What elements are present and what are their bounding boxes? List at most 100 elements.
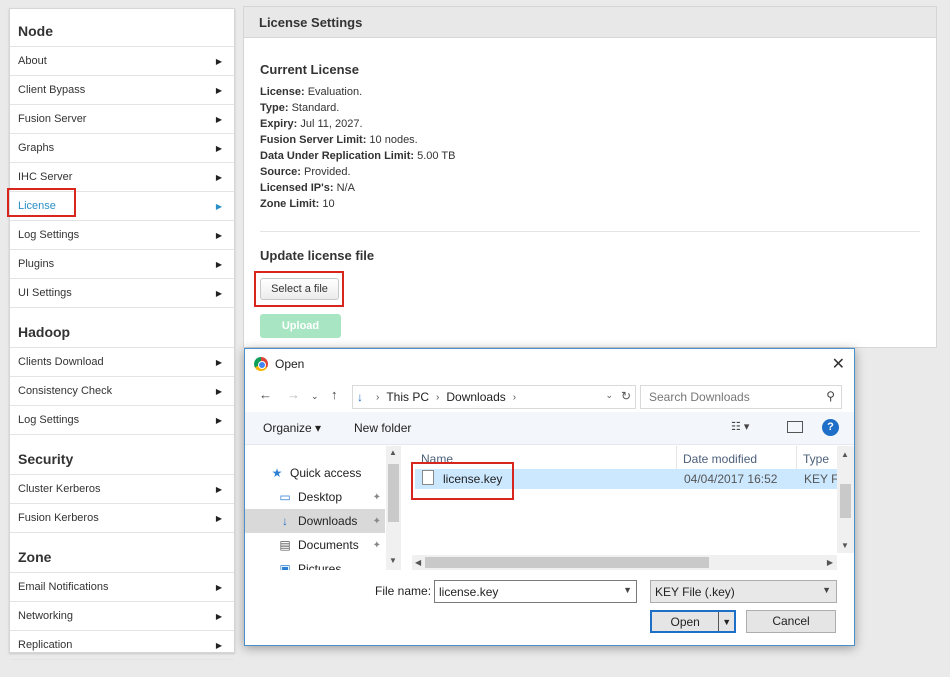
column-header-type[interactable]: Type	[797, 446, 842, 470]
organize-button[interactable]: Organize ▾	[263, 421, 321, 435]
license-field: Source: Provided.	[260, 166, 351, 178]
scroll-right-icon[interactable]: ▶	[827, 558, 833, 567]
chevron-right-icon: ▶	[215, 484, 222, 494]
forward-arrow-icon[interactable]: →	[287, 387, 300, 402]
license-field: Data Under Replication Limit: 5.00 TB	[260, 150, 456, 162]
sidebar-item-networking[interactable]: Networking ▶	[10, 602, 234, 631]
chevron-right-icon: ▶	[215, 357, 222, 367]
sidebar-item-label: Log Settings	[18, 414, 80, 426]
license-settings-panel: License Settings Current License License…	[243, 6, 937, 348]
search-input[interactable]: Search Downloads ⚲	[640, 385, 842, 409]
sidebar-item-log-settings[interactable]: Log Settings ▶	[10, 221, 234, 250]
sidebar-item-hadoop-log-settings[interactable]: Log Settings ▶	[10, 406, 234, 435]
scroll-left-icon[interactable]: ◀	[415, 558, 421, 567]
sidebar-item-clients-download[interactable]: Clients Download ▶	[10, 348, 234, 377]
chevron-right-icon: ▶	[215, 114, 222, 124]
file-date: 04/04/2017 16:52	[684, 472, 778, 486]
file-type-select[interactable]: KEY File (.key) ▼	[650, 580, 837, 603]
chevron-right-icon: ▶	[215, 415, 222, 425]
recent-locations-icon[interactable]: ⌄	[311, 391, 319, 402]
help-icon[interactable]: ?	[822, 419, 839, 436]
nav-documents[interactable]: ▤ Documents ✦	[245, 533, 385, 557]
chevron-down-icon[interactable]: ⌄	[605, 390, 613, 401]
chevron-right-icon: ▶	[215, 143, 222, 153]
open-button[interactable]: Open ▼	[650, 610, 736, 633]
sidebar-item-label: Replication	[18, 639, 73, 651]
cancel-button[interactable]: Cancel	[746, 610, 836, 633]
chevron-right-icon: ▶	[215, 611, 222, 621]
upload-button[interactable]: Upload	[260, 314, 341, 338]
sidebar-item-consistency-check[interactable]: Consistency Check ▶	[10, 377, 234, 406]
section-title-node: Node	[10, 9, 234, 47]
license-field: License: Evaluation.	[260, 86, 363, 98]
view-options-icon[interactable]: ☷ ▾	[731, 420, 749, 433]
breadcrumb-downloads[interactable]: Downloads	[446, 390, 505, 404]
download-icon: ↓	[282, 514, 288, 528]
chevron-right-icon: ▶	[215, 259, 222, 269]
nav-quick-access[interactable]: ★ Quick access	[245, 461, 385, 485]
highlight-box	[7, 188, 76, 217]
filename-input[interactable]: license.key ▼	[434, 580, 637, 603]
scroll-thumb[interactable]	[425, 557, 709, 568]
current-license-heading: Current License	[260, 62, 359, 77]
breadcrumb-separator-icon: ›	[512, 391, 517, 403]
sidebar-item-about[interactable]: About ▶	[10, 47, 234, 76]
sidebar-item-ui-settings[interactable]: UI Settings ▶	[10, 279, 234, 308]
license-field: Type: Standard.	[260, 102, 340, 114]
preview-pane-icon[interactable]	[787, 421, 803, 433]
scroll-thumb[interactable]	[840, 484, 851, 518]
chevron-down-icon[interactable]: ▼	[623, 585, 632, 595]
divider	[260, 231, 920, 232]
chevron-right-icon: ▶	[215, 640, 222, 650]
chevron-right-icon: ▶	[215, 386, 222, 396]
sidebar-item-label: IHC Server	[18, 171, 73, 183]
up-arrow-icon[interactable]: ↑	[331, 387, 338, 402]
new-folder-button[interactable]: New folder	[354, 421, 411, 435]
nav-scrollbar[interactable]: ▲ ▼	[386, 446, 401, 570]
scroll-down-icon[interactable]: ▼	[841, 541, 849, 550]
back-arrow-icon[interactable]: ←	[259, 387, 272, 402]
scroll-down-icon[interactable]: ▼	[389, 556, 397, 565]
dialog-titlebar: Open	[245, 349, 854, 379]
sidebar-item-fusion-kerberos[interactable]: Fusion Kerberos ▶	[10, 504, 234, 533]
filename-label: File name:	[375, 584, 432, 598]
file-list-scrollbar[interactable]: ▲ ▼	[837, 446, 854, 553]
chevron-right-icon: ▶	[215, 288, 222, 298]
refresh-icon[interactable]: ↻	[621, 389, 631, 403]
pictures-icon: ▣	[279, 562, 291, 570]
chevron-down-icon[interactable]: ▼	[719, 617, 734, 627]
column-header-date[interactable]: Date modified	[677, 446, 797, 470]
breadcrumb-separator-icon: ›	[376, 391, 380, 403]
sidebar-item-graphs[interactable]: Graphs ▶	[10, 134, 234, 163]
file-list-hscrollbar[interactable]: ◀ ▶	[412, 555, 837, 570]
close-icon[interactable]: ✕	[832, 354, 845, 374]
document-icon: ▤	[279, 538, 291, 552]
dialog-toolbar: Organize ▾ New folder ☷ ▾ ?	[245, 412, 854, 445]
sidebar-item-label: Plugins	[18, 258, 55, 270]
nav-pictures[interactable]: ▣ Pictures	[245, 557, 385, 570]
sidebar-item-label: About	[18, 55, 47, 67]
nav-desktop[interactable]: ▭ Desktop ✦	[245, 485, 385, 509]
chevron-right-icon: ▶	[215, 230, 222, 240]
license-field: Licensed IP's: N/A	[260, 182, 355, 194]
scroll-thumb[interactable]	[388, 464, 399, 522]
breadcrumb-this-pc[interactable]: This PC	[386, 390, 429, 404]
sidebar-item-cluster-kerberos[interactable]: Cluster Kerberos ▶	[10, 475, 234, 504]
search-icon: ⚲	[826, 389, 835, 403]
sidebar-item-license[interactable]: License ▶	[7, 188, 234, 221]
scroll-up-icon[interactable]: ▲	[389, 448, 397, 457]
sidebar-item-fusion-server[interactable]: Fusion Server ▶	[10, 105, 234, 134]
sidebar-item-email-notifications[interactable]: Email Notifications ▶	[10, 573, 234, 602]
nav-downloads[interactable]: ↓ Downloads ✦	[245, 509, 385, 533]
sidebar-item-client-bypass[interactable]: Client Bypass ▶	[10, 76, 234, 105]
section-title-security: Security	[10, 435, 234, 475]
scroll-up-icon[interactable]: ▲	[841, 450, 849, 459]
license-field: Expiry: Jul 11, 2027.	[260, 118, 363, 130]
section-title-zone: Zone	[10, 533, 234, 573]
address-bar[interactable]: ↓ › This PC › Downloads › ⌄ ↻	[352, 385, 636, 409]
license-field: Zone Limit: 10	[260, 198, 335, 210]
sidebar-item-replication[interactable]: Replication ▶	[10, 631, 234, 660]
sidebar-item-plugins[interactable]: Plugins ▶	[10, 250, 234, 279]
chevron-right-icon: ▶	[215, 172, 222, 182]
page-title: License Settings	[244, 7, 936, 38]
